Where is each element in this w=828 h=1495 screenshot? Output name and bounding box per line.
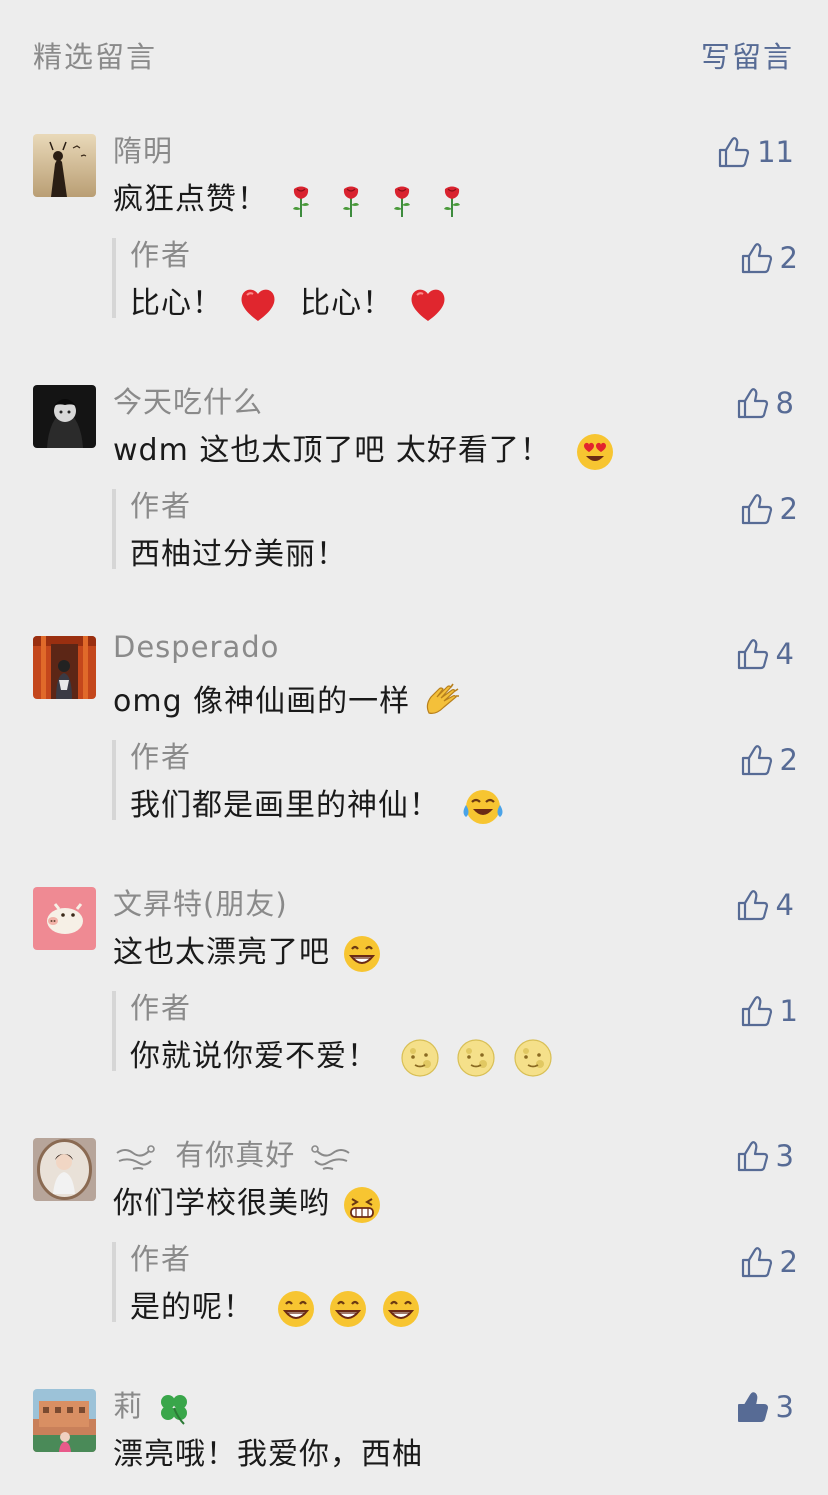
thumbs-up-icon (741, 494, 772, 525)
thumbs-up-icon (741, 745, 772, 776)
comment-nickname: Desperado (113, 630, 280, 664)
reply-author-name: 作者 (130, 1242, 193, 1276)
comment-nickname: 莉 (113, 1383, 193, 1427)
avatar[interactable] (33, 134, 96, 197)
like-count: 11 (757, 135, 794, 169)
thumbs-up-icon (741, 243, 772, 274)
comment-text: 这也太漂亮了吧 (113, 927, 383, 974)
like-count: 4 (775, 637, 794, 671)
author-reply: 作者 我们都是画里的神仙！ 2 (112, 740, 828, 824)
like-count: 1 (779, 994, 798, 1028)
thumbs-up-icon (737, 639, 768, 670)
full-moon-face-icon (399, 1038, 441, 1078)
like-button[interactable]: 4 (736, 887, 794, 923)
like-button-liked[interactable]: 3 (736, 1389, 794, 1425)
avatar[interactable] (33, 385, 96, 448)
tears-of-joy-emoji-icon (461, 787, 505, 827)
like-count: 2 (779, 1245, 798, 1279)
thumbs-up-icon (718, 137, 750, 168)
like-button[interactable]: 11 (717, 134, 794, 170)
avatar[interactable] (33, 887, 96, 950)
thumbs-up-icon (737, 890, 768, 921)
featured-comments-title: 精选留言 (33, 40, 158, 74)
reply-author-name: 作者 (130, 740, 193, 774)
clapping-hands-icon (421, 683, 461, 723)
comment-text: wdm 这也太顶了吧 太好看了！ (113, 425, 615, 472)
thumbs-up-icon (737, 1141, 768, 1172)
like-count: 4 (775, 888, 794, 922)
reply-text: 我们都是画里的神仙！ (130, 780, 505, 827)
avatar[interactable] (33, 636, 96, 699)
wind-swirl-icon (113, 1139, 159, 1175)
red-heart-icon (238, 286, 278, 324)
comment-nickname: 隋明 (113, 134, 174, 168)
rose-icon (384, 183, 420, 219)
reply-author-name: 作者 (130, 238, 193, 272)
grinning-emoji-icon (341, 934, 383, 974)
like-count: 3 (775, 1390, 794, 1424)
like-button[interactable]: 2 (740, 1244, 798, 1280)
rose-icon (434, 183, 470, 219)
write-comment-button[interactable]: 写留言 (701, 34, 794, 76)
full-moon-face-icon (512, 1038, 554, 1078)
comment-text: 疯狂点赞！ (113, 174, 470, 219)
comment-nickname: 文昇特(朋友) (113, 887, 288, 921)
author-reply: 作者 是的呢！ 2 (112, 1242, 828, 1327)
like-button[interactable]: 4 (736, 636, 794, 672)
like-count: 2 (779, 743, 798, 777)
heart-eyes-emoji-icon (575, 432, 615, 472)
like-button[interactable]: 2 (740, 742, 798, 778)
like-button[interactable]: 8 (736, 385, 794, 421)
thumbs-up-icon (741, 996, 772, 1027)
like-button[interactable]: 2 (740, 491, 798, 527)
rose-icon (333, 183, 369, 219)
grinning-emoji-icon (275, 1289, 317, 1329)
rose-icon (283, 183, 319, 219)
like-count: 2 (779, 492, 798, 526)
author-reply: 作者 比心！ 比心！ 2 (112, 238, 828, 321)
comments-header: 精选留言 写留言 (0, 0, 828, 110)
reply-text: 你就说你爱不爱！ (130, 1031, 554, 1078)
thumbs-up-icon (737, 388, 768, 419)
comment-nickname: 今天吃什么 (113, 385, 264, 419)
grinning-emoji-icon (380, 1289, 422, 1329)
comment-text: omg 像神仙画的一样 (113, 676, 461, 723)
like-button[interactable]: 2 (740, 240, 798, 276)
author-reply: 作者 西柚过分美丽！ 2 (112, 489, 828, 572)
wind-swirl-icon (307, 1139, 353, 1175)
like-count: 2 (779, 241, 798, 275)
comment-nickname: 有你真好 (113, 1132, 353, 1175)
avatar[interactable] (33, 1389, 96, 1452)
avatar[interactable] (33, 1138, 96, 1201)
like-button[interactable]: 3 (736, 1138, 794, 1174)
thumbs-up-filled-icon (737, 1392, 768, 1422)
reply-text: 比心！ 比心！ (130, 278, 448, 324)
four-leaf-clover-icon (155, 1389, 193, 1427)
author-reply: 作者 你就说你爱不爱！ 1 (112, 991, 828, 1077)
reply-text: 西柚过分美丽！ (130, 537, 347, 572)
like-button[interactable]: 1 (740, 993, 798, 1029)
reply-author-name: 作者 (130, 489, 193, 523)
grinning-emoji-icon (327, 1289, 369, 1329)
thumbs-up-icon (741, 1247, 772, 1278)
reply-author-name: 作者 (130, 991, 193, 1025)
comment-text: 你们学校很美哟 (113, 1178, 383, 1225)
reply-text: 是的呢！ (130, 1282, 422, 1329)
like-count: 8 (775, 386, 794, 420)
comment-text: 漂亮哦！我爱你，西柚 (113, 1437, 423, 1472)
full-moon-face-icon (455, 1038, 497, 1078)
like-count: 3 (775, 1139, 794, 1173)
beaming-emoji-icon (341, 1185, 383, 1225)
red-heart-icon (408, 286, 448, 324)
